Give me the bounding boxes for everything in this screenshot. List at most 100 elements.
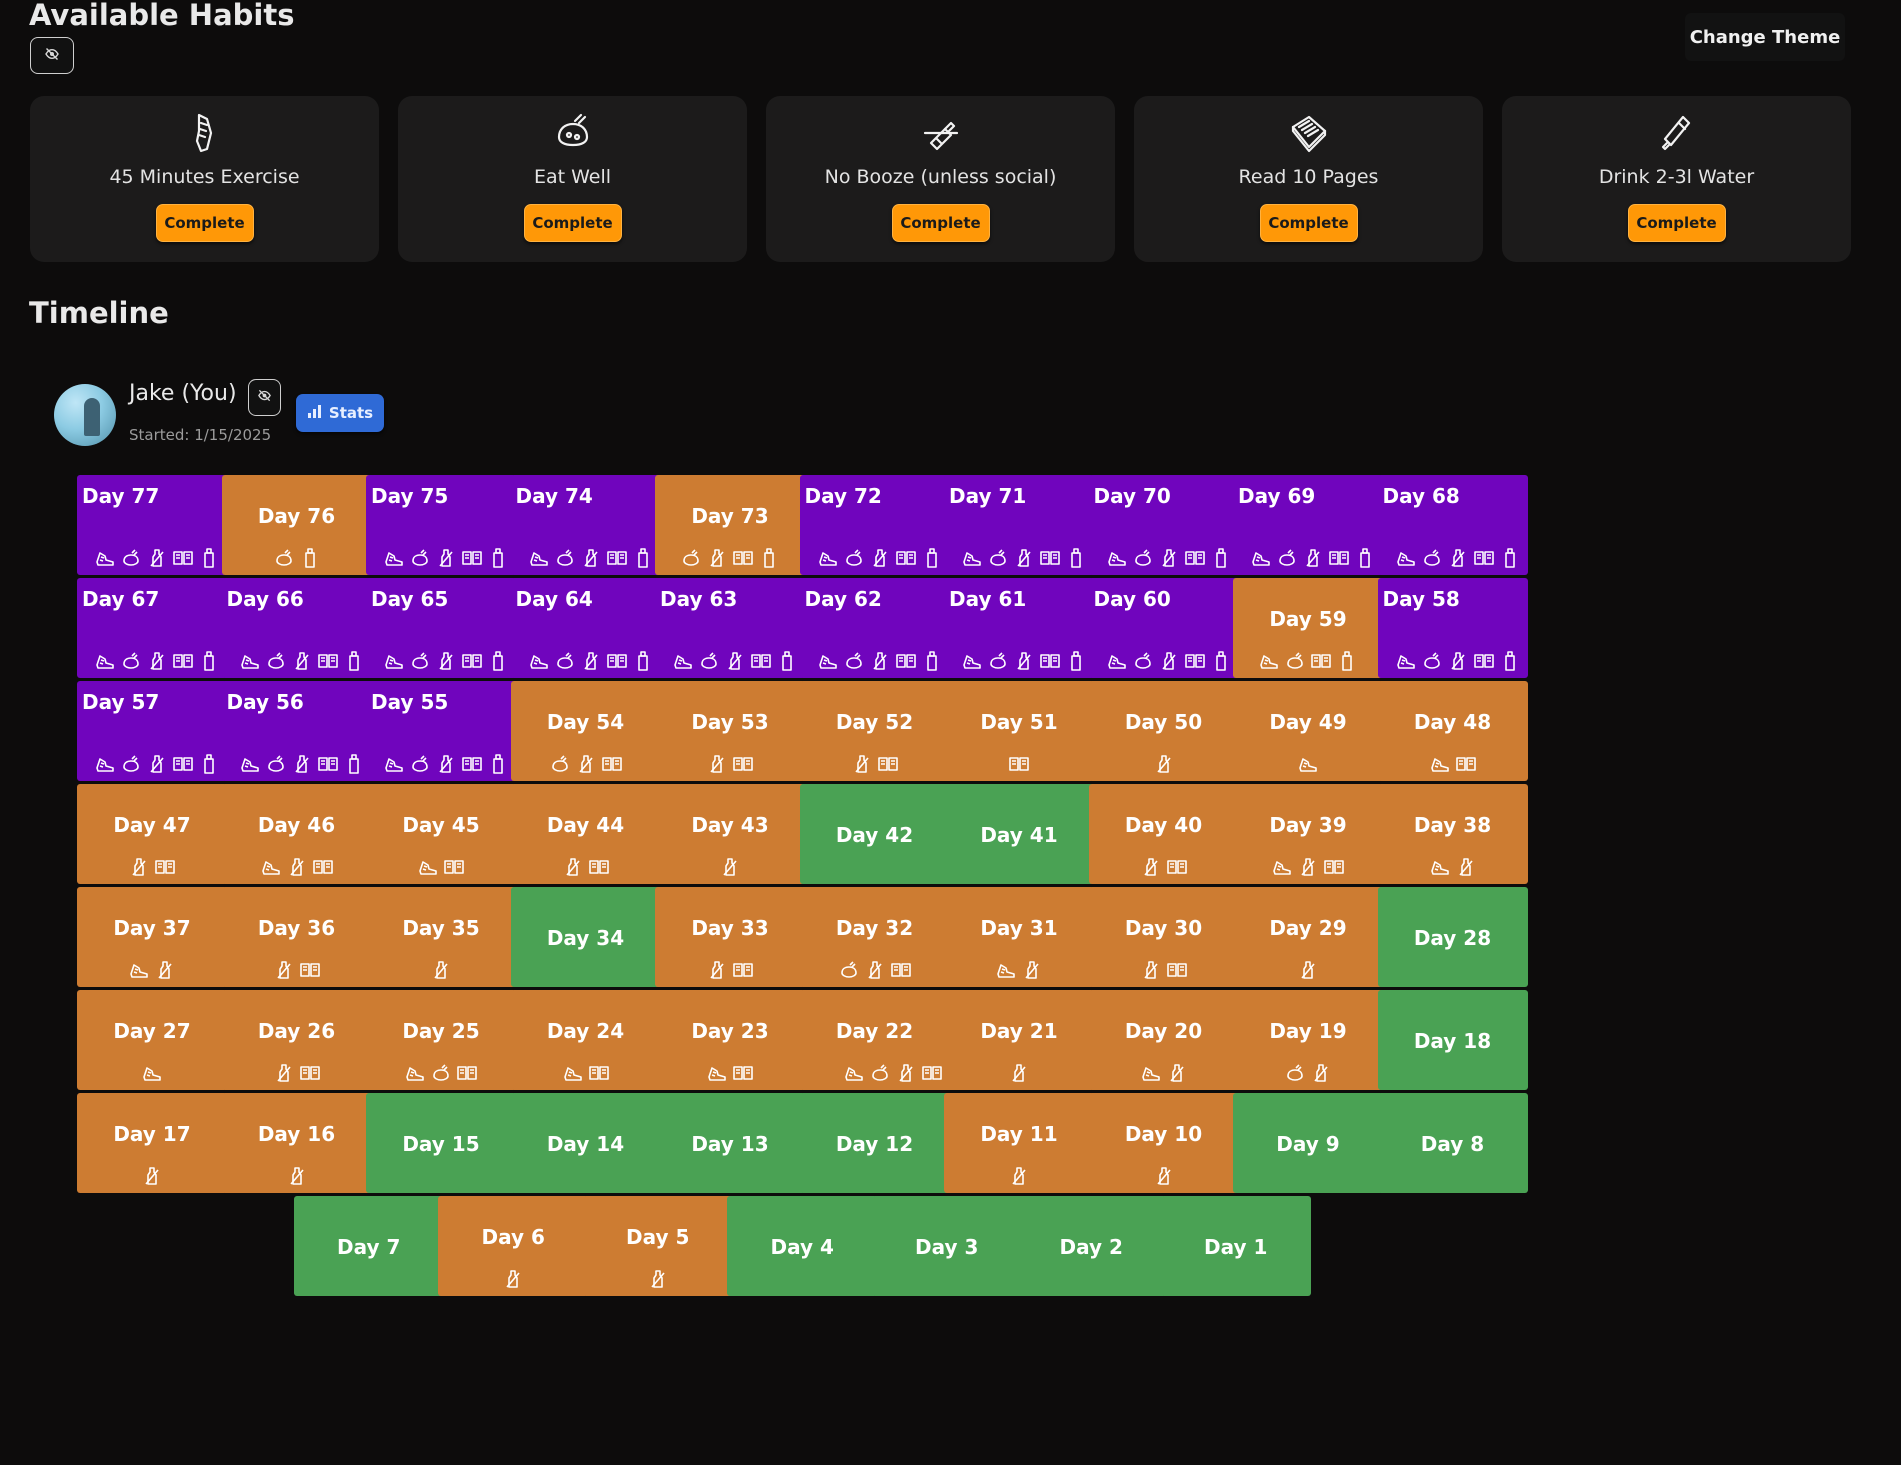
timeline-day[interactable]: Day 30 xyxy=(1088,887,1239,987)
no-bottle-icon xyxy=(1013,547,1035,569)
timeline-day[interactable]: Day 37 xyxy=(77,887,227,987)
day-label: Day 59 xyxy=(1269,607,1347,631)
timeline-day[interactable]: Day 36 xyxy=(221,887,372,987)
timeline-day[interactable]: Day 20 xyxy=(1088,990,1239,1090)
timeline-day[interactable]: Day 49 xyxy=(1233,681,1383,781)
timeline-day[interactable]: Day 48 xyxy=(1377,681,1528,781)
timeline-day[interactable]: Day 10 xyxy=(1088,1093,1239,1193)
timeline-day[interactable]: Day 65 xyxy=(366,578,516,678)
day-habit-icons xyxy=(1233,1062,1383,1084)
timeline-day[interactable]: Day 74 xyxy=(510,475,661,575)
timeline-day[interactable]: Day 77 xyxy=(77,475,227,575)
timeline-day[interactable]: Day 19 xyxy=(1233,990,1383,1090)
timeline-day[interactable]: Day 41 xyxy=(944,784,1094,884)
water-bottle-icon xyxy=(1354,547,1376,569)
timeline-day[interactable]: Day 69 xyxy=(1233,475,1383,575)
timeline-day[interactable]: Day 63 xyxy=(655,578,805,678)
timeline-day[interactable]: Day 3 xyxy=(871,1196,1022,1296)
timeline-day[interactable]: Day 73 xyxy=(655,475,805,575)
timeline-day[interactable]: Day 31 xyxy=(944,887,1094,987)
day-habit-icons xyxy=(1089,753,1239,775)
timeline-day[interactable]: Day 14 xyxy=(510,1093,661,1193)
timeline-day[interactable]: Day 54 xyxy=(510,681,661,781)
timeline-day[interactable]: Day 15 xyxy=(366,1093,516,1193)
day-label: Day 66 xyxy=(226,587,304,611)
timeline-day[interactable]: Day 62 xyxy=(799,578,950,678)
timeline-day[interactable]: Day 27 xyxy=(77,990,227,1090)
day-habit-icons xyxy=(1089,856,1239,878)
timeline-day[interactable]: Day 40 xyxy=(1088,784,1239,884)
timeline-day[interactable]: Day 9 xyxy=(1233,1093,1383,1193)
timeline-day[interactable]: Day 24 xyxy=(510,990,661,1090)
timeline-day[interactable]: Day 12 xyxy=(799,1093,950,1193)
timeline-day[interactable]: Day 56 xyxy=(221,681,372,781)
book-icon xyxy=(299,959,321,981)
timeline-day[interactable]: Day 75 xyxy=(366,475,516,575)
timeline-day[interactable]: Day 18 xyxy=(1377,990,1528,1090)
day-habit-icons xyxy=(944,753,1094,775)
timeline-day[interactable]: Day 4 xyxy=(727,1196,878,1296)
timeline-day[interactable]: Day 46 xyxy=(221,784,372,884)
timeline-day[interactable]: Day 17 xyxy=(77,1093,227,1193)
timeline-day[interactable]: Day 35 xyxy=(366,887,516,987)
timeline-day[interactable]: Day 6 xyxy=(438,1196,589,1296)
timeline-day[interactable]: Day 38 xyxy=(1377,784,1528,884)
timeline-day[interactable]: Day 66 xyxy=(221,578,372,678)
day-label: Day 28 xyxy=(1413,926,1492,950)
day-label: Day 37 xyxy=(113,916,191,940)
timeline-day[interactable]: Day 33 xyxy=(655,887,805,987)
timeline-day[interactable]: Day 39 xyxy=(1233,784,1383,884)
day-label: Day 68 xyxy=(1382,484,1460,508)
timeline-day[interactable]: Day 28 xyxy=(1377,887,1528,987)
day-label: Day 76 xyxy=(257,504,336,528)
timeline-day[interactable]: Day 13 xyxy=(655,1093,805,1193)
timeline-day[interactable]: Day 22 xyxy=(799,990,950,1090)
water-bottle-icon xyxy=(1065,650,1087,672)
day-habit-icons xyxy=(1089,1062,1239,1084)
timeline-day[interactable]: Day 70 xyxy=(1088,475,1239,575)
timeline-day[interactable]: Day 34 xyxy=(510,887,661,987)
timeline-day[interactable]: Day 25 xyxy=(366,990,516,1090)
timeline-day[interactable]: Day 42 xyxy=(799,784,950,884)
timeline-day[interactable]: Day 7 xyxy=(293,1196,444,1296)
fork-knife-food-icon xyxy=(987,547,1009,569)
timeline-day[interactable]: Day 51 xyxy=(944,681,1094,781)
timeline-day[interactable]: Day 58 xyxy=(1377,578,1528,678)
day-habit-icons xyxy=(222,1165,372,1187)
timeline-day[interactable]: Day 1 xyxy=(1160,1196,1311,1296)
timeline-day[interactable]: Day 64 xyxy=(510,578,661,678)
timeline-day[interactable]: Day 53 xyxy=(655,681,805,781)
timeline-day[interactable]: Day 45 xyxy=(366,784,516,884)
day-label: Day 55 xyxy=(371,690,449,714)
timeline-day[interactable]: Day 72 xyxy=(799,475,950,575)
timeline-day[interactable]: Day 21 xyxy=(944,990,1094,1090)
timeline-day[interactable]: Day 67 xyxy=(77,578,227,678)
timeline-day[interactable]: Day 55 xyxy=(366,681,516,781)
water-bottle-icon xyxy=(1210,547,1232,569)
timeline-day[interactable]: Day 47 xyxy=(77,784,227,884)
timeline-day[interactable]: Day 23 xyxy=(655,990,805,1090)
day-label: Day 41 xyxy=(980,823,1058,847)
timeline-day[interactable]: Day 2 xyxy=(1016,1196,1167,1296)
timeline-day[interactable]: Day 60 xyxy=(1088,578,1239,678)
timeline-day[interactable]: Day 57 xyxy=(77,681,227,781)
timeline-day[interactable]: Day 61 xyxy=(944,578,1094,678)
timeline-day[interactable]: Day 68 xyxy=(1377,475,1528,575)
timeline-day[interactable]: Day 43 xyxy=(655,784,805,884)
timeline-day[interactable]: Day 5 xyxy=(582,1196,733,1296)
timeline-day[interactable]: Day 26 xyxy=(221,990,372,1090)
timeline-day[interactable]: Day 29 xyxy=(1233,887,1383,987)
timeline-day[interactable]: Day 8 xyxy=(1377,1093,1528,1193)
day-habit-icons xyxy=(222,650,372,672)
running-shoe-icon xyxy=(94,547,116,569)
timeline-day[interactable]: Day 71 xyxy=(944,475,1094,575)
timeline-day[interactable]: Day 52 xyxy=(799,681,950,781)
timeline-day[interactable]: Day 50 xyxy=(1088,681,1239,781)
timeline-day[interactable]: Day 59 xyxy=(1233,578,1383,678)
book-icon xyxy=(588,1062,610,1084)
timeline-day[interactable]: Day 76 xyxy=(221,475,372,575)
timeline-day[interactable]: Day 11 xyxy=(944,1093,1094,1193)
timeline-day[interactable]: Day 16 xyxy=(221,1093,372,1193)
timeline-day[interactable]: Day 32 xyxy=(799,887,950,987)
timeline-day[interactable]: Day 44 xyxy=(510,784,661,884)
